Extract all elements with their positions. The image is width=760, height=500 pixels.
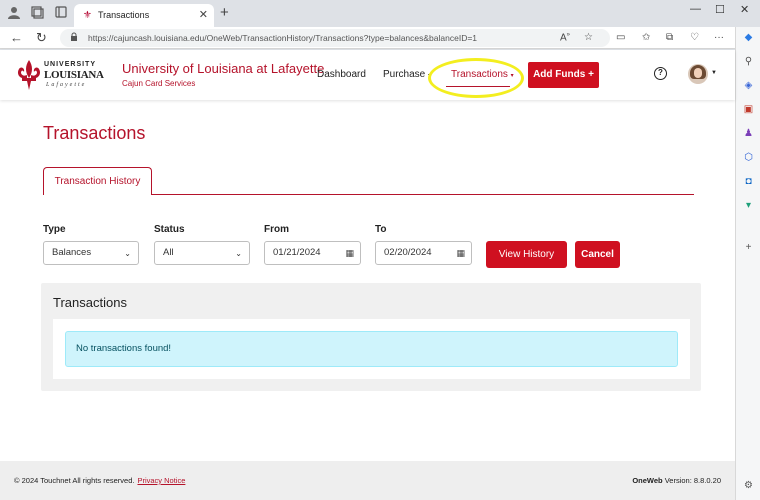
copyright-text: © 2024 Touchnet All rights reserved.	[14, 476, 135, 485]
logo-louisiana-text: LOUISIANA	[44, 69, 104, 81]
type-select[interactable]: Balances ⌄	[43, 241, 139, 265]
view-history-button[interactable]: View History	[486, 241, 567, 268]
version-text: Version: 8.8.0.20	[664, 476, 721, 485]
transactions-panel: Transactions No transactions found!	[41, 283, 701, 391]
games-icon[interactable]: ♟	[742, 127, 755, 140]
browser-address-bar: ← ↻ https://cajuncash.louisiana.edu/OneW…	[0, 27, 760, 49]
yellow-highlight-annotation	[428, 58, 524, 98]
footer-copyright: © 2024 Touchnet All rights reserved. Priv…	[14, 476, 185, 485]
chevron-down-icon[interactable]: ▼	[711, 70, 717, 76]
nav-dashboard[interactable]: Dashboard	[317, 69, 366, 80]
browser-tab-transactions[interactable]: ⚜ Transactions ✕	[74, 4, 214, 27]
type-label: Type	[43, 224, 66, 235]
site-favicon-icon: ⚜	[83, 10, 92, 21]
lock-icon	[70, 32, 78, 44]
status-select[interactable]: All ⌄	[154, 241, 250, 265]
logo-lafayette-text: Lafayette	[46, 82, 87, 88]
chevron-down-icon: ⌄	[124, 249, 131, 258]
footer-version: OneWeb Version: 8.8.0.20	[632, 476, 721, 485]
status-select-value: All	[163, 247, 174, 258]
read-aloud-icon[interactable]: A»	[560, 32, 570, 43]
sidebar-settings-gear-icon[interactable]: ⚙	[742, 479, 755, 492]
browser-essentials-icon[interactable]: ♡	[690, 32, 699, 43]
split-screen-icon[interactable]: ▭	[616, 32, 625, 43]
to-label: To	[375, 224, 387, 235]
avatar[interactable]	[688, 64, 708, 84]
transactions-panel-body: No transactions found!	[53, 319, 690, 379]
site-footer: © 2024 Touchnet All rights reserved. Priv…	[0, 461, 735, 500]
add-funds-button[interactable]: Add Funds +	[528, 62, 599, 88]
no-transactions-alert: No transactions found!	[65, 331, 678, 367]
browser-tab-title: Transactions	[98, 10, 150, 20]
page-title: Transactions	[43, 123, 146, 143]
new-tab-icon[interactable]: +	[220, 5, 229, 21]
outlook-icon[interactable]: ◘	[742, 175, 755, 188]
shopping-icon[interactable]: ◈	[742, 79, 755, 92]
tab-transaction-history[interactable]: Transaction History	[43, 167, 152, 195]
tools-icon[interactable]: ▣	[742, 103, 755, 116]
search-icon[interactable]: ⚲	[742, 55, 755, 68]
browser-tab-bar: ⚜ Transactions ✕ + — ☐ ✕	[0, 0, 760, 27]
tab-actions-icon[interactable]	[53, 5, 69, 21]
maximize-icon[interactable]: ☐	[715, 3, 725, 16]
nav-purchase[interactable]: Purchase ▾	[383, 69, 431, 80]
browser-sidebar: ◆ ⚲ ◈ ▣ ♟ ⬡ ◘ ▾ + ⚙	[735, 27, 760, 500]
url-text: https://cajuncash.louisiana.edu/OneWeb/T…	[88, 33, 478, 43]
help-icon[interactable]: ?	[654, 67, 667, 80]
logo-university-text: UNIVERSITY	[44, 61, 97, 68]
site-header: UNIVERSITY LOUISIANA Lafayette Universit…	[0, 50, 735, 100]
nav-purchase-label: Purchase	[383, 69, 426, 80]
status-label: Status	[154, 224, 185, 235]
microsoft-365-icon[interactable]: ⬡	[742, 151, 755, 164]
from-date-input[interactable]: 01/21/2024 ▦	[264, 241, 361, 265]
drop-icon[interactable]: ▾	[742, 199, 755, 212]
calendar-icon[interactable]: ▦	[456, 242, 465, 264]
back-icon[interactable]: ←	[10, 30, 23, 46]
web-page: UNIVERSITY LOUISIANA Lafayette Universit…	[0, 50, 735, 500]
profile-icon[interactable]	[6, 5, 22, 21]
product-name: OneWeb	[632, 476, 663, 485]
cancel-button[interactable]: Cancel	[575, 241, 620, 268]
calendar-icon[interactable]: ▦	[345, 242, 354, 264]
to-date-value: 02/20/2024	[384, 247, 432, 258]
type-select-value: Balances	[52, 247, 92, 258]
chevron-down-icon: ⌄	[235, 249, 242, 258]
university-logo[interactable]: UNIVERSITY LOUISIANA Lafayette	[14, 58, 104, 92]
favorites-icon[interactable]: ✩	[642, 32, 650, 43]
favorite-star-icon[interactable]: ☆	[584, 32, 593, 43]
url-field[interactable]: https://cajuncash.louisiana.edu/OneWeb/T…	[60, 29, 610, 47]
refresh-icon[interactable]: ↻	[36, 30, 47, 46]
window-close-icon[interactable]: ✕	[740, 3, 749, 16]
fleur-de-lis-icon	[17, 60, 41, 90]
site-subtitle: Cajun Card Services	[122, 79, 196, 88]
from-date-value: 01/21/2024	[273, 247, 321, 258]
to-date-input[interactable]: 02/20/2024 ▦	[375, 241, 472, 265]
more-menu-icon[interactable]: ···	[714, 32, 724, 43]
add-sidebar-app-icon[interactable]: +	[742, 241, 755, 254]
minimize-icon[interactable]: —	[690, 3, 701, 15]
close-tab-icon[interactable]: ✕	[199, 8, 208, 21]
privacy-notice-link[interactable]: Privacy Notice	[137, 476, 185, 485]
from-label: From	[264, 224, 289, 235]
workspaces-icon[interactable]	[29, 5, 45, 21]
copilot-icon[interactable]: ◆	[742, 31, 755, 44]
site-title: University of Louisiana at Lafayette	[122, 61, 325, 76]
collections-icon[interactable]: ⧉	[666, 32, 673, 43]
transactions-panel-title: Transactions	[53, 295, 127, 310]
